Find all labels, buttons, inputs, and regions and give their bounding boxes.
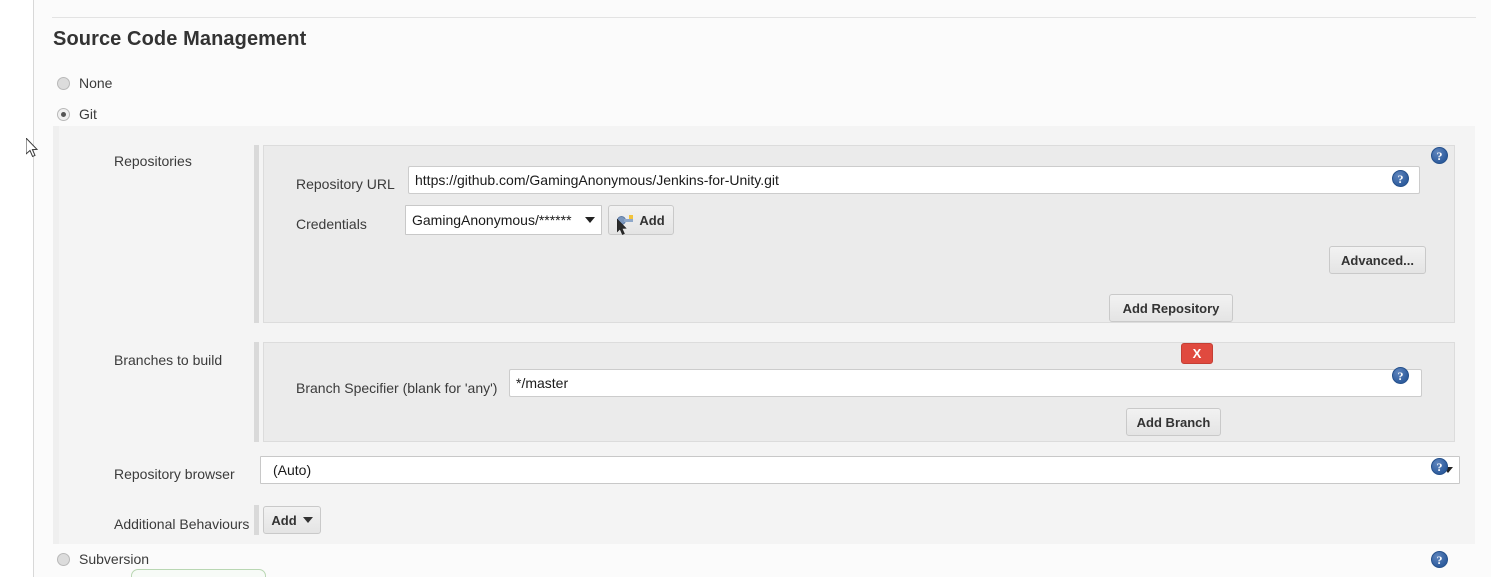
branches-panel: Branch Specifier (blank for 'any'): [263, 342, 1455, 442]
add-credentials-label: Add: [639, 212, 665, 228]
additional-behaviours-add-button[interactable]: Add: [263, 506, 321, 534]
key-icon: [617, 214, 634, 226]
radio-subversion-indicator[interactable]: [57, 552, 70, 566]
scm-option-label-none: None: [79, 75, 113, 91]
help-glyph: ?: [1436, 459, 1443, 474]
chevron-down-icon: [585, 217, 595, 223]
radio-none-indicator[interactable]: [57, 76, 70, 90]
help-icon-repository-browser[interactable]: ?: [1431, 458, 1448, 475]
credentials-label: Credentials: [296, 216, 367, 232]
chevron-down-icon: [302, 517, 313, 523]
additional-behaviours-label: Additional Behaviours: [114, 516, 250, 532]
repository-url-label: Repository URL: [296, 176, 395, 192]
repository-browser-selected-value: (Auto): [273, 462, 312, 478]
help-glyph: ?: [1436, 148, 1443, 163]
scm-radio-none[interactable]: None: [57, 76, 112, 90]
help-glyph: ?: [1397, 368, 1404, 383]
scm-radio-subversion[interactable]: Subversion: [57, 552, 149, 566]
add-branch-button[interactable]: Add Branch: [1126, 408, 1221, 436]
add-repository-button[interactable]: Add Repository: [1109, 294, 1233, 322]
additional-behaviours-accent-bar: [254, 505, 259, 535]
top-divider: [52, 17, 1476, 18]
git-config-block: Repositories Repository URL Credentials …: [53, 126, 1475, 544]
repositories-panel: Repository URL Credentials GamingAnonymo…: [263, 145, 1455, 323]
advanced-button-label: Advanced...: [1341, 252, 1414, 268]
branch-specifier-label: Branch Specifier (blank for 'any'): [296, 380, 498, 396]
scm-option-label-git: Git: [79, 106, 97, 122]
page-title: Source Code Management: [53, 28, 307, 50]
advanced-button[interactable]: Advanced...: [1329, 246, 1426, 274]
credentials-select[interactable]: GamingAnonymous/******: [405, 205, 602, 235]
additional-behaviours-add-label: Add: [271, 512, 297, 528]
repository-url-input[interactable]: [408, 166, 1420, 194]
repository-browser-label: Repository browser: [114, 466, 235, 482]
help-icon-repository-url[interactable]: ?: [1392, 170, 1409, 187]
repository-browser-select[interactable]: (Auto): [260, 456, 1460, 484]
help-icon-branch-specifier[interactable]: ?: [1392, 367, 1409, 384]
branch-specifier-input[interactable]: [509, 369, 1422, 397]
repositories-accent-bar: [254, 145, 259, 323]
add-credentials-button[interactable]: Add: [608, 205, 674, 235]
screenshot-root: Source Code Management None Git Reposito…: [0, 0, 1491, 577]
repositories-section-label: Repositories: [114, 153, 192, 169]
add-repository-button-label: Add Repository: [1122, 300, 1220, 316]
add-branch-button-label: Add Branch: [1136, 414, 1211, 430]
help-glyph: ?: [1436, 552, 1443, 567]
delete-branch-button[interactable]: X: [1181, 343, 1213, 364]
help-icon-subversion[interactable]: ?: [1431, 551, 1448, 568]
help-glyph: ?: [1397, 171, 1404, 186]
help-icon-repositories[interactable]: ?: [1431, 147, 1448, 164]
scm-option-label-subversion: Subversion: [79, 551, 150, 567]
branches-section-label: Branches to build: [114, 352, 223, 368]
scm-radio-git[interactable]: Git: [57, 107, 97, 121]
branches-accent-bar: [254, 342, 259, 442]
next-section-panel-peek: [131, 569, 266, 577]
credentials-selected-value: GamingAnonymous/******: [412, 212, 572, 228]
radio-git-indicator[interactable]: [57, 107, 70, 121]
scm-content-pane: Source Code Management None Git Reposito…: [33, 0, 1491, 577]
delete-branch-label: X: [1192, 346, 1202, 361]
